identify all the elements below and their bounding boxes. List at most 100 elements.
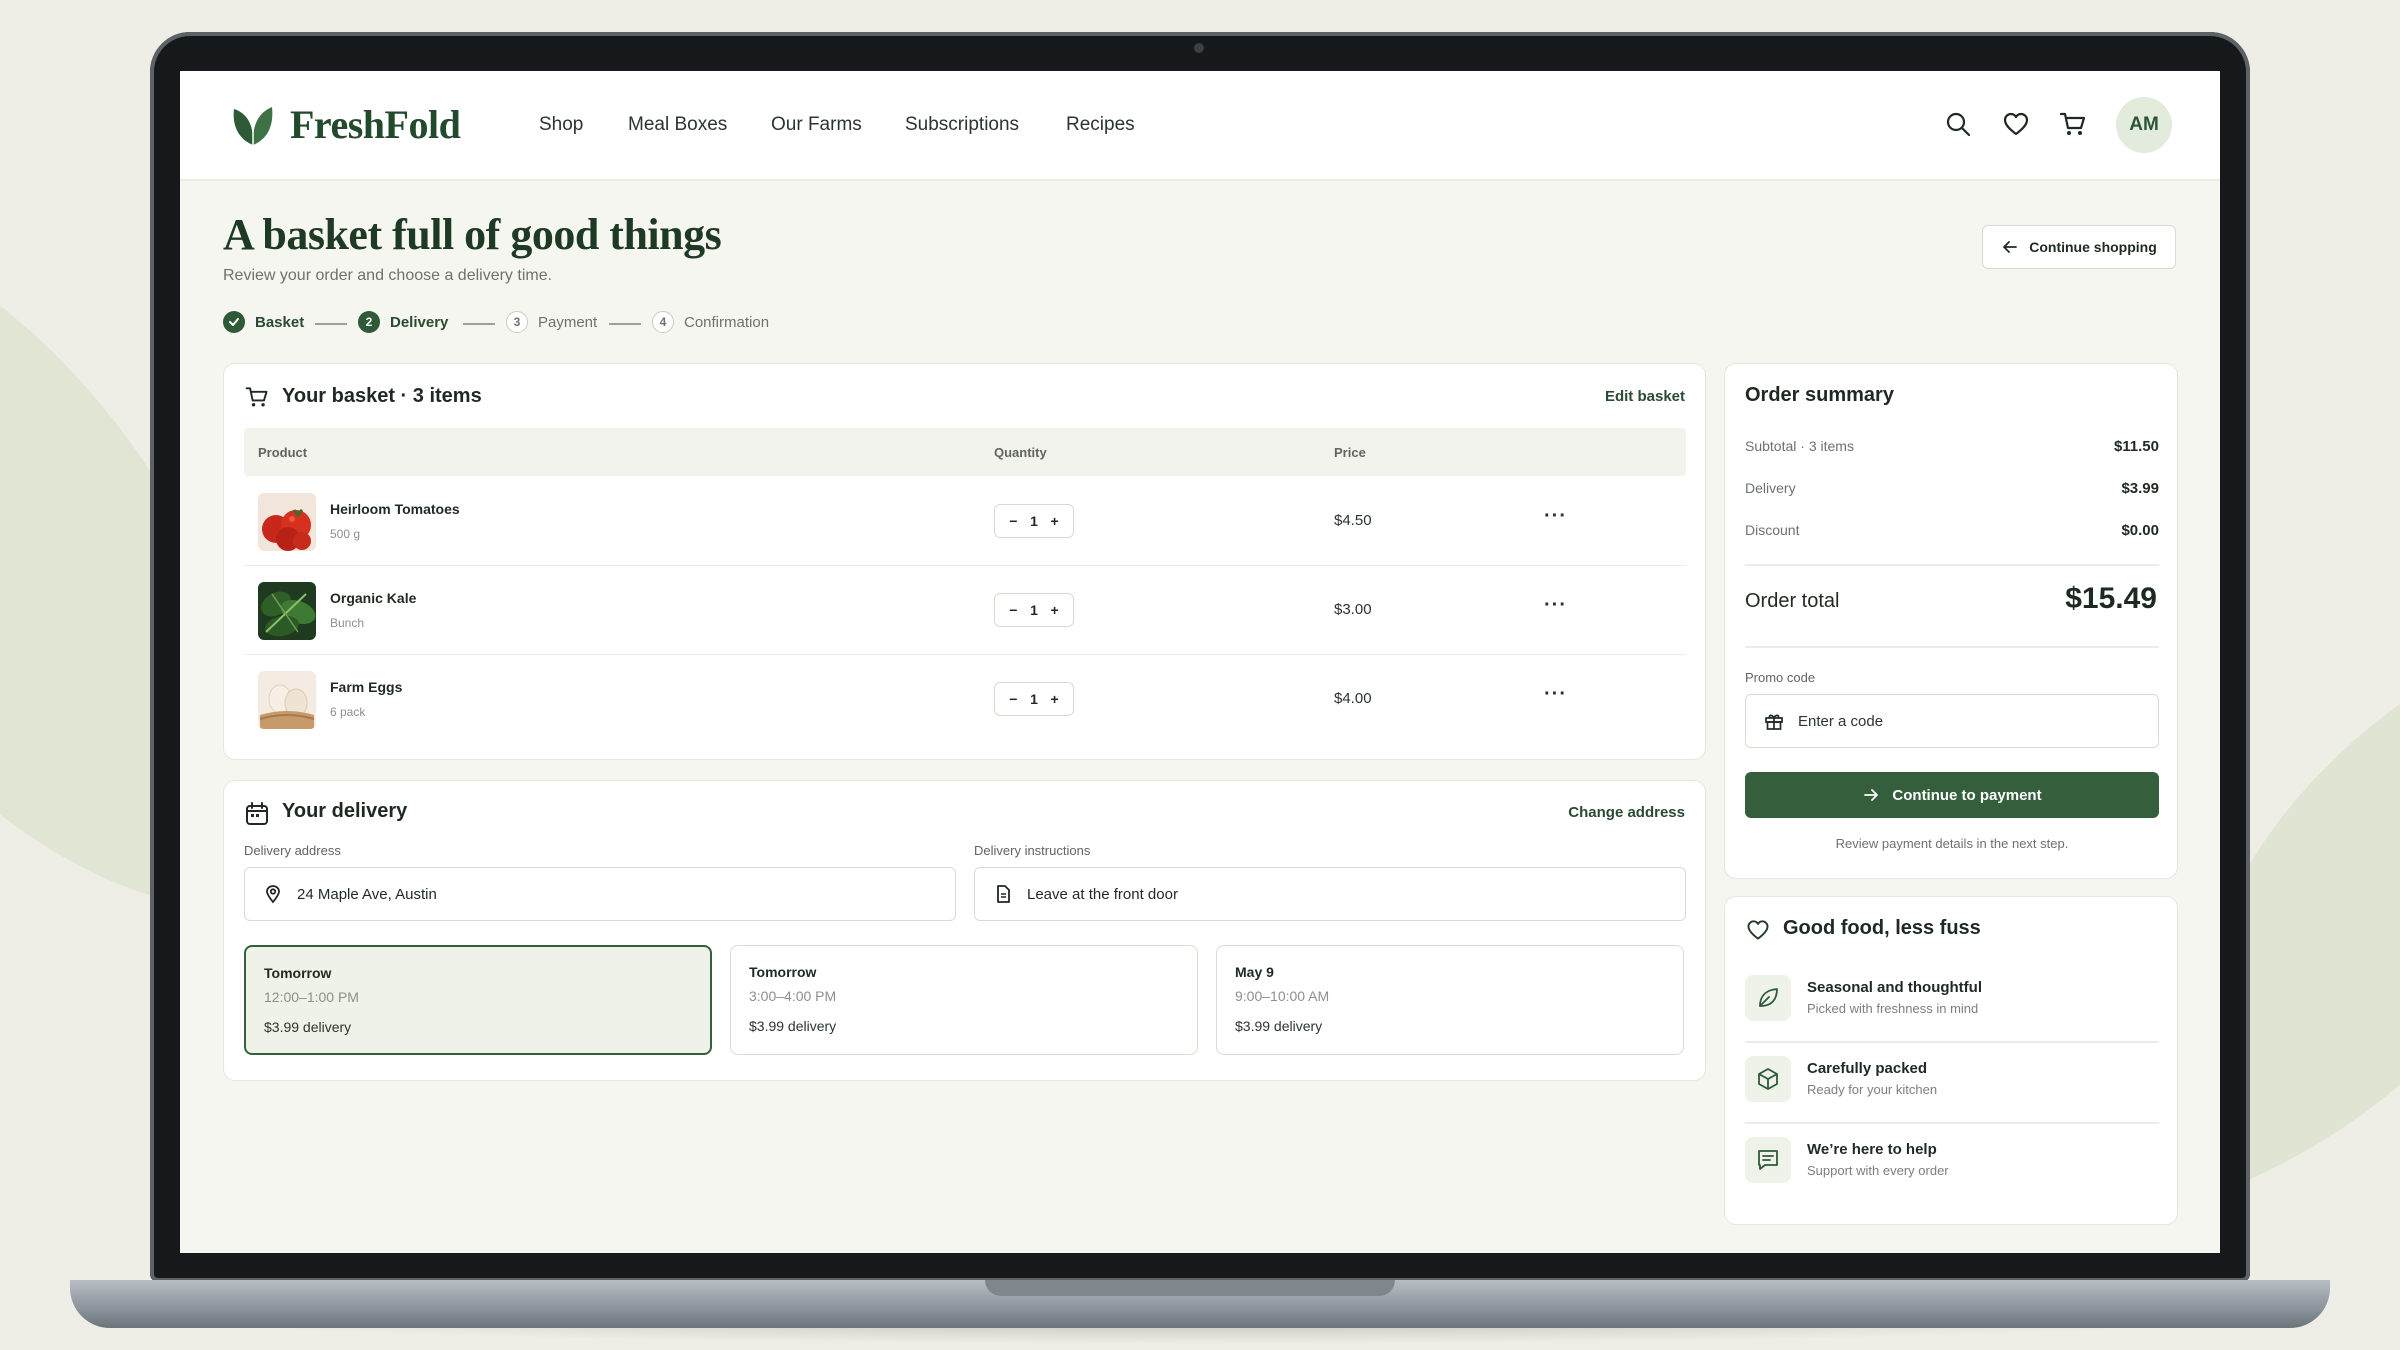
continue-to-payment-button[interactable]: Continue to payment	[1745, 772, 2159, 818]
slot-time: 3:00–4:00 PM	[749, 988, 837, 1004]
product-name[interactable]: Heirloom Tomatoes	[330, 501, 460, 517]
product-detail: 500 g	[330, 527, 361, 541]
kale-thumbnail	[258, 582, 316, 640]
leaf-logo-icon	[233, 107, 273, 145]
search-icon[interactable]	[1943, 109, 1973, 139]
summary-value: $3.99	[2121, 480, 2159, 497]
features-title: Good food, less fuss	[1783, 917, 1981, 939]
feature-title: Seasonal and thoughtful	[1807, 979, 1982, 996]
chat-icon	[1745, 1137, 1791, 1183]
nav-link-recipes[interactable]: Recipes	[1066, 114, 1135, 136]
step-label: Basket	[255, 313, 305, 331]
total-label: Order total	[1745, 590, 1840, 612]
gift-icon	[1765, 714, 1783, 730]
feature-title: Carefully packed	[1807, 1060, 1928, 1077]
step-connector	[315, 323, 347, 325]
delivery-slot-selected[interactable]: Tomorrow 12:00–1:00 PM $3.99 delivery	[244, 945, 712, 1055]
slot-day: May 9	[1235, 964, 1274, 980]
arrow-right-icon	[1864, 789, 1879, 801]
instructions-label: Delivery instructions	[974, 843, 1091, 858]
quantity-stepper: − 1 +	[994, 593, 1074, 627]
location-pin-icon	[266, 885, 280, 904]
delivery-slot[interactable]: May 9 9:00–10:00 AM $3.99 delivery	[1216, 945, 1684, 1055]
page-title: A basket full of good things	[223, 210, 722, 259]
check-icon	[223, 311, 245, 333]
summary-label: Delivery	[1745, 480, 1796, 496]
order-summary-card: Order summary Subtotal · 3 items $11.50 …	[1724, 363, 2178, 879]
instructions-field[interactable]: Leave at the front door	[974, 867, 1686, 921]
cart-icon[interactable]	[2058, 109, 2088, 139]
product-name[interactable]: Farm Eggs	[330, 679, 402, 695]
step-confirmation[interactable]: 4 Confirmation	[652, 311, 769, 333]
table-row: Farm Eggs 6 pack − 1 + $4.00 ···	[244, 655, 1686, 743]
decrease-button[interactable]: −	[1009, 691, 1017, 707]
feature-subtitle: Support with every order	[1807, 1163, 1949, 1178]
increase-button[interactable]: +	[1051, 691, 1059, 707]
divider	[1745, 564, 2159, 566]
summary-value: $11.50	[2113, 438, 2159, 455]
more-options-icon[interactable]: ···	[1544, 683, 1567, 706]
eggs-thumbnail	[258, 671, 316, 729]
change-address-link[interactable]: Change address	[1568, 804, 1685, 821]
product-name[interactable]: Organic Kale	[330, 590, 416, 606]
quantity-value: 1	[1030, 602, 1038, 618]
decrease-button[interactable]: −	[1009, 602, 1017, 618]
increase-button[interactable]: +	[1051, 513, 1059, 529]
product-price: $4.00	[1334, 690, 1372, 707]
summary-label: Subtotal · 3 items	[1745, 438, 1854, 454]
continue-shopping-label: Continue shopping	[2029, 239, 2157, 255]
divider	[1745, 646, 2159, 648]
increase-button[interactable]: +	[1051, 602, 1059, 618]
tomatoes-thumbnail	[258, 493, 316, 551]
promo-label: Promo code	[1745, 670, 1816, 685]
step-basket[interactable]: Basket	[223, 311, 304, 333]
divider	[1745, 1122, 2159, 1124]
top-navigation: FreshFold Shop Meal Boxes Our Farms Subs…	[180, 71, 2220, 181]
step-number: 2	[358, 311, 380, 333]
address-field[interactable]: 24 Maple Ave, Austin	[244, 867, 956, 921]
calendar-icon	[246, 802, 268, 825]
features-card: Good food, less fuss Seasonal and though…	[1724, 896, 2178, 1225]
nav-link-shop[interactable]: Shop	[539, 114, 583, 136]
summary-label: Discount	[1745, 522, 1800, 538]
delivery-card: Your delivery Change address Delivery ad…	[223, 780, 1706, 1081]
payment-note: Review payment details in the next step.	[1835, 836, 2069, 851]
more-options-icon[interactable]: ···	[1544, 594, 1567, 617]
delivery-slot[interactable]: Tomorrow 3:00–4:00 PM $3.99 delivery	[730, 945, 1198, 1055]
basket-card: Your basket · 3 items Edit basket Produc…	[223, 363, 1706, 760]
app-screen: FreshFold Shop Meal Boxes Our Farms Subs…	[180, 71, 2220, 1253]
product-price: $4.50	[1334, 512, 1372, 529]
continue-shopping-button[interactable]: Continue shopping	[1982, 225, 2176, 269]
quantity-value: 1	[1030, 513, 1038, 529]
slot-day: Tomorrow	[264, 965, 332, 981]
slot-fee: $3.99 delivery	[1235, 1018, 1323, 1034]
promo-placeholder: Enter a code	[1798, 712, 1884, 730]
step-payment[interactable]: 3 Payment	[506, 311, 597, 333]
nav-link-our-farms[interactable]: Our Farms	[771, 114, 862, 136]
heart-icon[interactable]	[2001, 109, 2031, 139]
product-price: $3.00	[1334, 601, 1372, 618]
nav-link-meal-boxes[interactable]: Meal Boxes	[628, 114, 727, 136]
decrease-button[interactable]: −	[1009, 513, 1017, 529]
nav-link-subscriptions[interactable]: Subscriptions	[905, 114, 1019, 136]
edit-basket-link[interactable]: Edit basket	[1605, 388, 1685, 405]
address-label: Delivery address	[244, 843, 341, 858]
brand-name[interactable]: FreshFold	[290, 101, 461, 148]
summary-row-subtotal: Subtotal · 3 items $11.50	[1745, 438, 2159, 455]
pay-label: Continue to payment	[1892, 786, 2042, 804]
table-row: Heirloom Tomatoes 500 g − 1 + $4.50 ···	[244, 477, 1686, 566]
step-number: 4	[652, 311, 674, 333]
step-number: 3	[506, 311, 528, 333]
column-price: Price	[1334, 445, 1366, 460]
promo-code-input[interactable]: Enter a code	[1745, 694, 2159, 748]
more-options-icon[interactable]: ···	[1544, 505, 1567, 528]
instructions-value: Leave at the front door	[1027, 885, 1178, 903]
basket-title: Your basket · 3 items	[282, 385, 482, 407]
slot-time: 12:00–1:00 PM	[264, 989, 359, 1005]
summary-value: $0.00	[2121, 522, 2159, 539]
arrow-left-icon	[2003, 241, 2018, 253]
divider	[1745, 1041, 2159, 1043]
document-icon	[997, 885, 1010, 903]
user-avatar[interactable]: AM	[2116, 97, 2172, 153]
step-delivery[interactable]: 2 Delivery	[358, 311, 448, 333]
